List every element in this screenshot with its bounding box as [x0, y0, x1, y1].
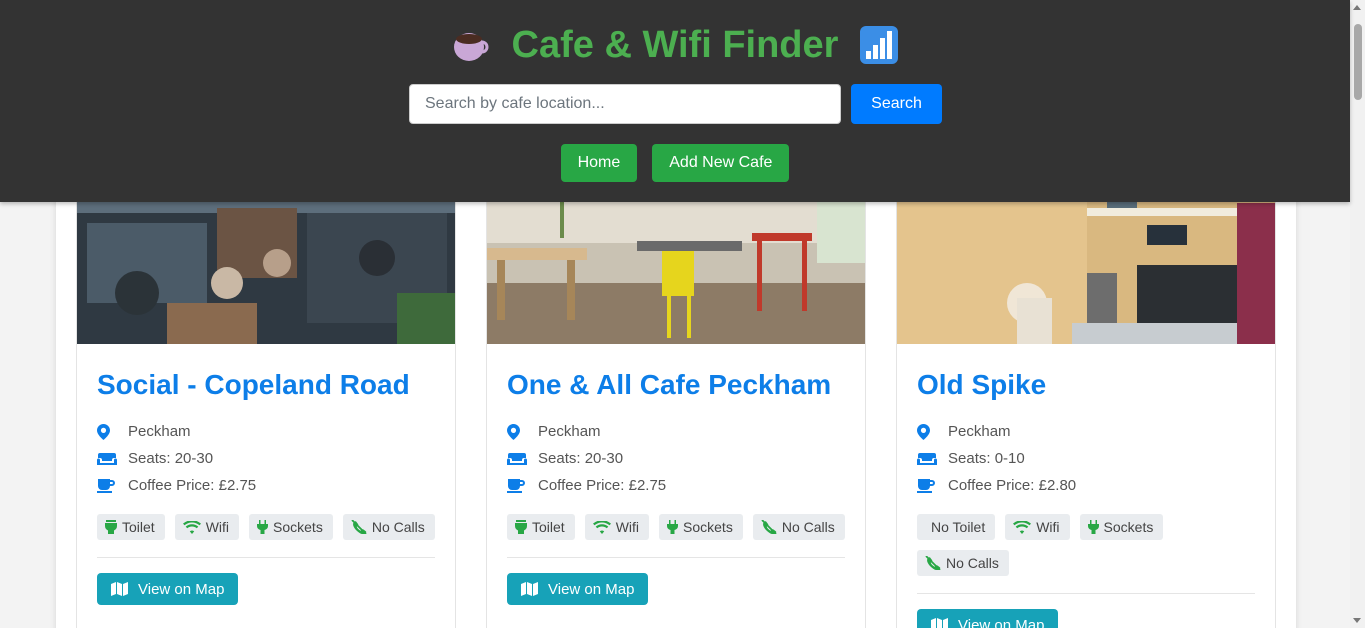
- page-title: Cafe & Wifi Finder: [511, 23, 839, 66]
- divider: [507, 557, 845, 558]
- scroll-down-arrow-icon[interactable]: [1353, 618, 1361, 623]
- scroll-up-arrow-icon[interactable]: [1353, 5, 1361, 10]
- main-nav: Home Add New Cafe: [0, 144, 1350, 182]
- price-row: Coffee Price: £2.80: [917, 472, 1255, 499]
- amenity-tags: No Toilet Wifi Sockets No Calls: [917, 514, 1257, 576]
- amenity-tags: Toilet Wifi Sockets No Calls: [507, 514, 847, 540]
- seats-text: Seats: 20-30: [128, 450, 214, 467]
- location-text: Peckham: [128, 423, 191, 440]
- amenity-tag: Wifi: [174, 514, 240, 540]
- view-on-map-button[interactable]: View on Map: [97, 573, 239, 605]
- coffee-icon: [507, 478, 529, 493]
- map-icon: [111, 582, 128, 596]
- phone-slash-icon: [761, 520, 777, 534]
- coffee-cup-icon: [448, 22, 494, 68]
- map-marker-icon: [507, 423, 529, 440]
- toilet-icon: [515, 520, 527, 534]
- map-marker-icon: [917, 423, 939, 440]
- couch-icon: [917, 452, 939, 466]
- cafe-card: One & All Cafe Peckham Peckham Seats: 20…: [486, 152, 866, 628]
- search-input[interactable]: [409, 84, 841, 124]
- view-on-map-button[interactable]: View on Map: [507, 573, 649, 605]
- amenity-tag: Toilet: [97, 514, 165, 540]
- amenity-tag: Sockets: [1079, 514, 1164, 540]
- map-icon: [521, 582, 538, 596]
- page-scrollbar[interactable]: [1350, 0, 1365, 628]
- amenity-tag: Sockets: [659, 514, 743, 540]
- cafe-name[interactable]: One & All Cafe Peckham: [507, 366, 845, 406]
- price-text: Coffee Price: £2.75: [128, 477, 257, 494]
- location-text: Peckham: [538, 423, 601, 440]
- amenity-tag: No Calls: [342, 514, 435, 540]
- seats-row: Seats: 20-30: [507, 445, 845, 472]
- map-icon: [931, 618, 948, 628]
- map-marker-icon: [97, 423, 119, 440]
- toilet-icon: [105, 520, 117, 534]
- plug-icon: [667, 520, 679, 534]
- amenity-tag: Toilet: [507, 514, 575, 540]
- wifi-icon: [592, 520, 611, 534]
- price-row: Coffee Price: £2.75: [97, 472, 435, 499]
- couch-icon: [507, 452, 529, 466]
- plug-icon: [257, 520, 269, 534]
- bar-chart-icon: [856, 22, 902, 68]
- cafe-name[interactable]: Social - Copeland Road: [97, 366, 435, 406]
- location-row: Peckham: [917, 418, 1255, 445]
- search-bar: Search: [409, 84, 942, 124]
- coffee-icon: [917, 478, 939, 493]
- amenity-tag: Wifi: [584, 514, 650, 540]
- seats-row: Seats: 0-10: [917, 445, 1255, 472]
- search-button[interactable]: Search: [851, 84, 942, 124]
- view-on-map-button[interactable]: View on Map: [917, 609, 1059, 628]
- home-button[interactable]: Home: [560, 144, 638, 182]
- seats-text: Seats: 0-10: [948, 450, 1025, 467]
- wifi-icon: [1013, 520, 1032, 534]
- wifi-icon: [182, 520, 201, 534]
- divider: [917, 593, 1255, 594]
- seats-text: Seats: 20-30: [538, 450, 624, 467]
- phone-slash-icon: [925, 556, 941, 570]
- cafe-card: Old Spike Peckham Seats: 0-10 Coffee Pri…: [896, 152, 1276, 628]
- seats-row: Seats: 20-30: [97, 445, 435, 472]
- price-text: Coffee Price: £2.80: [948, 477, 1077, 494]
- amenity-tag: No Toilet: [917, 514, 996, 540]
- location-text: Peckham: [948, 423, 1011, 440]
- plug-icon: [1087, 520, 1099, 534]
- add-new-cafe-button[interactable]: Add New Cafe: [652, 144, 790, 182]
- price-row: Coffee Price: £2.75: [507, 472, 845, 499]
- location-row: Peckham: [97, 418, 435, 445]
- scrollbar-thumb[interactable]: [1354, 24, 1362, 100]
- title-row: Cafe & Wifi Finder: [0, 22, 1350, 68]
- cafe-name[interactable]: Old Spike: [917, 366, 1255, 406]
- coffee-icon: [97, 478, 119, 493]
- divider: [97, 557, 435, 558]
- price-text: Coffee Price: £2.75: [538, 477, 667, 494]
- cafe-card: Social - Copeland Road Peckham Seats: 20…: [76, 152, 456, 628]
- site-header: Cafe & Wifi Finder Search Home Add New C…: [0, 0, 1350, 202]
- amenity-tag: Wifi: [1005, 514, 1070, 540]
- amenity-tag: No Calls: [917, 550, 1009, 576]
- couch-icon: [97, 452, 119, 466]
- phone-slash-icon: [351, 520, 367, 534]
- amenity-tags: Toilet Wifi Sockets No Calls: [97, 514, 437, 540]
- location-row: Peckham: [507, 418, 845, 445]
- amenity-tag: Sockets: [249, 514, 333, 540]
- amenity-tag: No Calls: [752, 514, 845, 540]
